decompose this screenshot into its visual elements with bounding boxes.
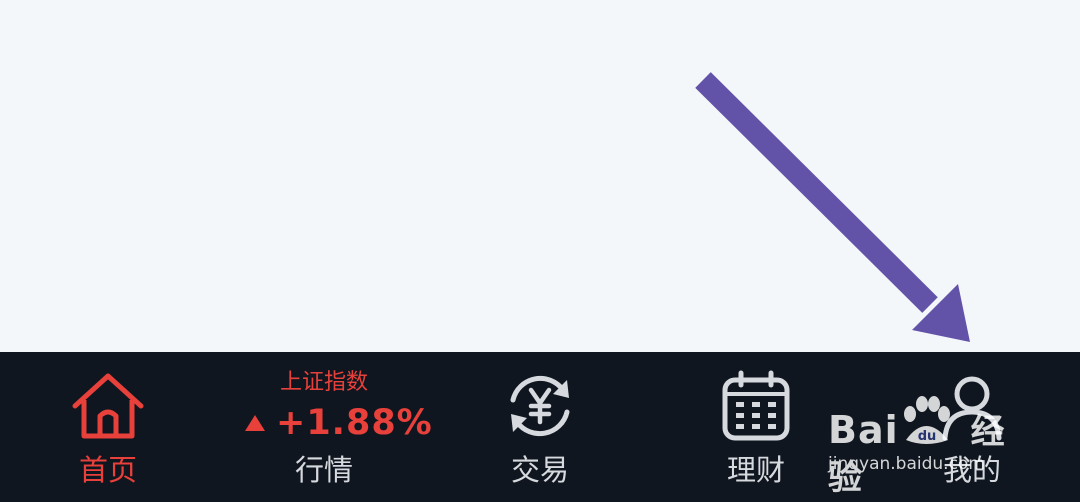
up-triangle-icon	[245, 415, 265, 431]
tab-home[interactable]: 首页	[0, 352, 216, 502]
user-icon	[942, 376, 1002, 441]
index-change: +1.88%	[216, 400, 432, 446]
tab-mine[interactable]: 我的	[864, 352, 1080, 502]
calendar-icon	[722, 370, 790, 441]
home-icon	[72, 373, 144, 439]
tab-market-label: 行情	[294, 453, 353, 487]
index-ticker: 上证指数 +1.88%	[216, 368, 432, 446]
tab-trade[interactable]: 交易	[432, 352, 648, 502]
tab-finance-label: 理财	[726, 453, 785, 487]
bottom-tab-bar: 首页 上证指数 +1.88% 行情 交易 理财 我的	[0, 352, 1080, 502]
index-name: 上证指数	[279, 370, 368, 395]
tab-market[interactable]: 上证指数 +1.88% 行情	[216, 352, 432, 502]
yuan-exchange-icon	[510, 375, 570, 437]
tab-finance[interactable]: 理财	[648, 352, 864, 502]
tab-mine-label: 我的	[942, 453, 1001, 487]
tab-home-label: 首页	[78, 453, 137, 487]
main-content-area	[0, 0, 1080, 352]
tab-trade-label: 交易	[510, 453, 569, 487]
index-change-value: +1.88%	[276, 403, 433, 443]
